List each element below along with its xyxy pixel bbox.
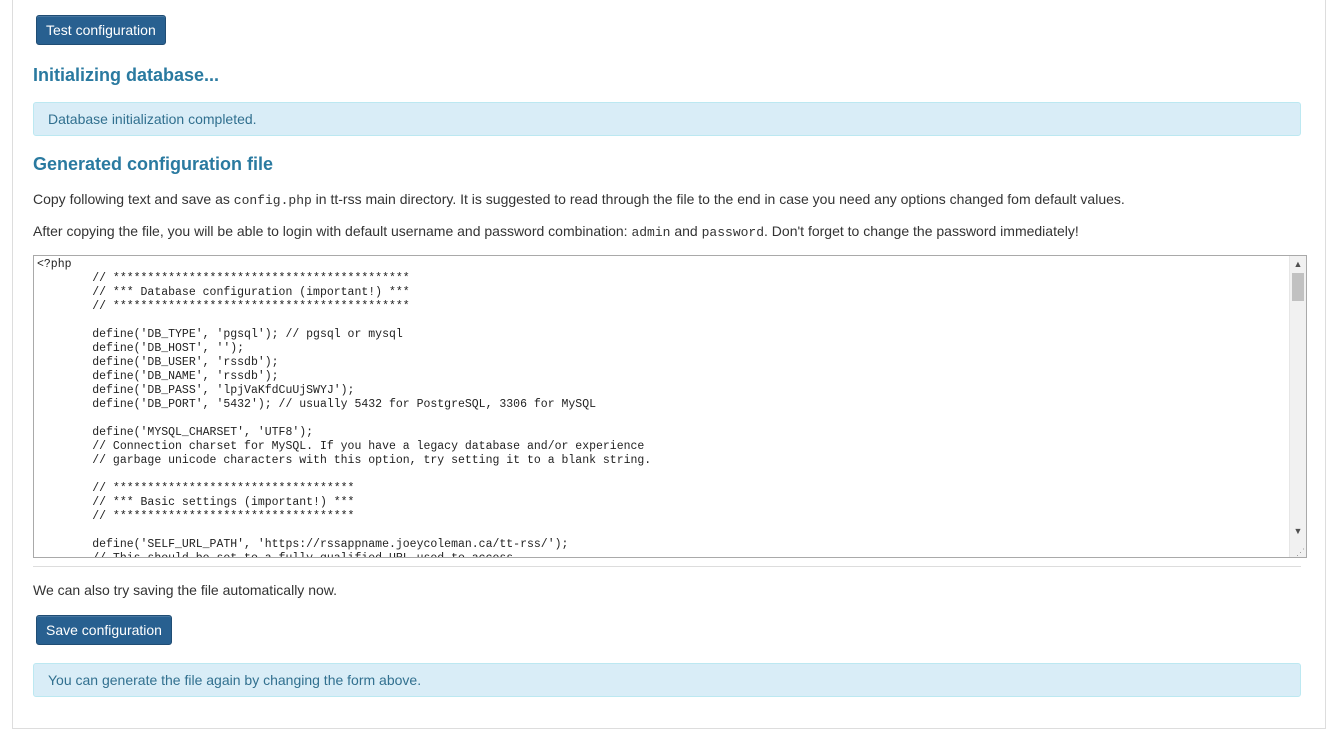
login-instructions: After copying the file, you will be able…: [33, 223, 1079, 240]
login-instructions-suffix: . Don't forget to change the password im…: [764, 223, 1079, 239]
login-instructions-and: and: [670, 223, 702, 239]
login-instructions-prefix: After copying the file, you will be able…: [33, 223, 632, 239]
section-divider: [33, 566, 1301, 567]
save-configuration-button[interactable]: Save configuration: [36, 615, 172, 645]
initializing-database-heading: Initializing database...: [33, 65, 220, 85]
copy-instructions: Copy following text and save as config.p…: [33, 191, 1125, 208]
test-configuration-button[interactable]: Test configuration: [36, 15, 166, 45]
config-filename: config.php: [233, 193, 312, 208]
default-password: password: [701, 225, 765, 240]
default-username: admin: [631, 225, 671, 240]
regenerate-alert: You can generate the file again by chang…: [33, 663, 1301, 697]
config-file-text[interactable]: <?php // *******************************…: [34, 256, 1306, 557]
config-file-textarea[interactable]: <?php // *******************************…: [33, 255, 1307, 558]
database-init-alert: Database initialization completed.: [33, 102, 1301, 136]
scrollbar-thumb[interactable]: [1292, 273, 1304, 301]
generated-config-heading: Generated configuration file: [33, 154, 274, 174]
scroll-down-icon[interactable]: ▼: [1290, 524, 1306, 539]
resize-handle-icon[interactable]: ⋰: [1293, 547, 1305, 557]
scroll-up-icon[interactable]: ▲: [1290, 257, 1306, 272]
copy-instructions-prefix: Copy following text and save as: [33, 191, 234, 207]
textarea-scrollbar[interactable]: ▲ ▼: [1289, 256, 1306, 557]
copy-instructions-suffix: in tt-rss main directory. It is suggeste…: [311, 191, 1125, 207]
save-automatically-text: We can also try saving the file automati…: [33, 582, 338, 598]
